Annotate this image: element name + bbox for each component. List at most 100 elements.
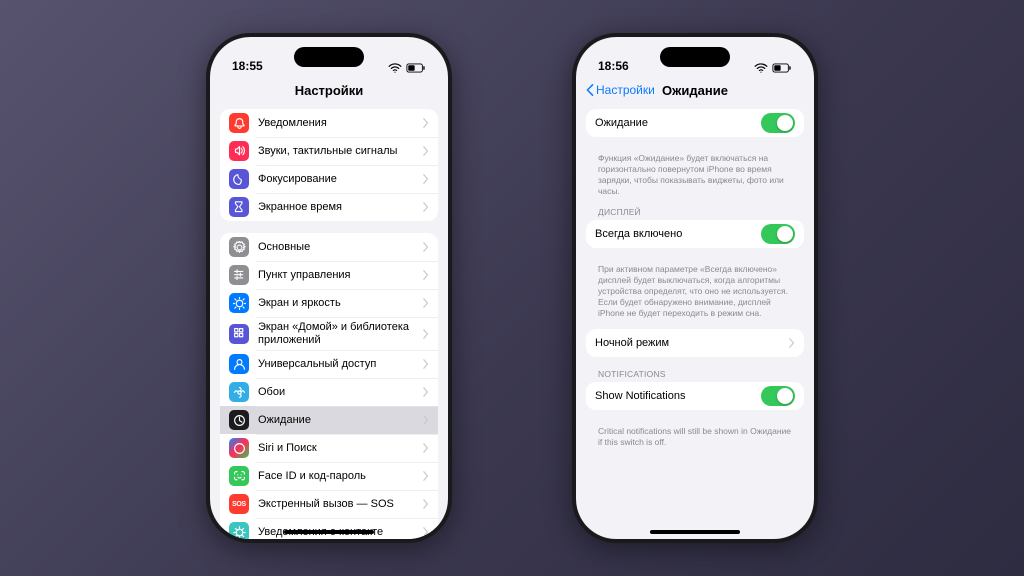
back-button[interactable]: Настройки — [586, 75, 655, 105]
settings-row-label: Пункт управления — [258, 269, 419, 282]
sun-icon — [229, 293, 249, 313]
settings-row-label: Универсальный доступ — [258, 358, 419, 371]
always-on-row[interactable]: Всегда включено — [586, 220, 804, 248]
chevron-right-icon — [423, 387, 429, 397]
standby-main-footer: Функция «Ожидание» будет включаться на г… — [586, 149, 804, 207]
moon-icon — [229, 169, 249, 189]
status-time: 18:55 — [232, 59, 263, 73]
settings-row-label: Экранное время — [258, 201, 419, 214]
grid-icon — [229, 324, 249, 344]
gear-icon — [229, 237, 249, 257]
face-icon — [229, 466, 249, 486]
always-on-label: Всегда включено — [595, 228, 761, 241]
settings-row-general[interactable]: Основные — [220, 233, 438, 261]
settings-row-label: Звуки, тактильные сигналы — [258, 145, 419, 158]
chevron-right-icon — [423, 329, 429, 339]
standby-toggle-row[interactable]: Ожидание — [586, 109, 804, 137]
chevron-right-icon — [423, 471, 429, 481]
settings-row-label: Экран и яркость — [258, 297, 419, 310]
night-mode-row[interactable]: Ночной режим — [586, 329, 804, 357]
chevron-right-icon — [423, 270, 429, 280]
status-time: 18:56 — [598, 59, 629, 73]
settings-row-label: Обои — [258, 386, 419, 399]
settings-row-focus[interactable]: Фокусирование — [220, 165, 438, 193]
settings-row-display[interactable]: Экран и яркость — [220, 289, 438, 317]
always-on-footer: При активном параметре «Всегда включено»… — [586, 260, 804, 329]
show-notifications-label: Show Notifications — [595, 390, 761, 403]
chevron-right-icon — [423, 202, 429, 212]
always-on-toggle[interactable] — [761, 224, 795, 244]
settings-row-label: Face ID и код-пароль — [258, 470, 419, 483]
navbar: Настройки — [210, 75, 448, 105]
standby-scroll[interactable]: Ожидание Функция «Ожидание» будет включа… — [576, 105, 814, 539]
chevron-right-icon — [423, 443, 429, 453]
chevron-right-icon — [423, 527, 429, 537]
chevron-right-icon — [423, 146, 429, 156]
phone-right: 18:56 Настройки Ожидание Ожидание — [572, 33, 818, 543]
settings-row-label: Основные — [258, 241, 419, 254]
person-icon — [229, 354, 249, 374]
settings-row-home-screen[interactable]: Экран «Домой» и библиотека приложений — [220, 317, 438, 350]
show-notifications-row[interactable]: Show Notifications — [586, 382, 804, 410]
sos-icon: SOS — [229, 494, 249, 514]
sliders-icon — [229, 265, 249, 285]
home-indicator[interactable] — [650, 530, 740, 534]
battery-icon — [772, 63, 792, 73]
settings-scroll[interactable]: Уведомления Звуки, тактильные сигналы Фоку… — [210, 105, 448, 539]
dynamic-island — [294, 47, 364, 67]
chevron-right-icon — [423, 174, 429, 184]
notifications-group: Show Notifications — [586, 382, 804, 410]
notifications-footer: Critical notifications will still be sho… — [586, 422, 804, 458]
wifi-icon — [388, 63, 402, 73]
settings-row-wallpaper[interactable]: Обои — [220, 378, 438, 406]
settings-row-label: Уведомления — [258, 117, 419, 130]
settings-group-2: Основные Пункт управления Экран и яркость Э… — [220, 233, 438, 539]
settings-row-label: Экстренный вызов — SOS — [258, 498, 419, 511]
settings-row-faceid[interactable]: Face ID и код-пароль — [220, 462, 438, 490]
show-notifications-toggle[interactable] — [761, 386, 795, 406]
settings-group-1: Уведомления Звуки, тактильные сигналы Фоку… — [220, 109, 438, 221]
settings-row-siri[interactable]: Siri и Поиск — [220, 434, 438, 462]
virus-icon — [229, 522, 249, 539]
battery-icon — [406, 63, 426, 73]
flower-icon — [229, 382, 249, 402]
chevron-right-icon — [423, 359, 429, 369]
phone-left: 18:55 Настройки Уведомления Звуки, тактил… — [206, 33, 452, 543]
settings-row-exposure[interactable]: Уведомления о контакте — [220, 518, 438, 539]
settings-row-screentime[interactable]: Экранное время — [220, 193, 438, 221]
settings-row-label: Ожидание — [258, 414, 419, 427]
dynamic-island — [660, 47, 730, 67]
settings-row-notifications[interactable]: Уведомления — [220, 109, 438, 137]
chevron-right-icon — [423, 242, 429, 252]
chevron-right-icon — [789, 338, 795, 348]
hourglass-icon — [229, 197, 249, 217]
night-mode-label: Ночной режим — [595, 337, 785, 350]
page-title: Ожидание — [662, 83, 728, 98]
standby-main-group: Ожидание — [586, 109, 804, 137]
navbar: Настройки Ожидание — [576, 75, 814, 105]
settings-row-accessibility[interactable]: Универсальный доступ — [220, 350, 438, 378]
bell-icon — [229, 113, 249, 133]
settings-row-control-center[interactable]: Пункт управления — [220, 261, 438, 289]
settings-row-standby[interactable]: Ожидание — [220, 406, 438, 434]
settings-row-label: Siri и Поиск — [258, 442, 419, 455]
chevron-right-icon — [423, 415, 429, 425]
clock-icon — [229, 410, 249, 430]
settings-row-sos[interactable]: SOS Экстренный вызов — SOS — [220, 490, 438, 518]
display-section-header: ДИСПЛЕЙ — [586, 207, 804, 220]
wifi-icon — [754, 63, 768, 73]
settings-row-sounds[interactable]: Звуки, тактильные сигналы — [220, 137, 438, 165]
home-indicator[interactable] — [284, 530, 374, 534]
chevron-right-icon — [423, 298, 429, 308]
page-title: Настройки — [295, 83, 364, 98]
notifications-section-header: NOTIFICATIONS — [586, 369, 804, 382]
chevron-right-icon — [423, 499, 429, 509]
siri-icon — [229, 438, 249, 458]
standby-toggle[interactable] — [761, 113, 795, 133]
back-label: Настройки — [596, 83, 655, 97]
speaker-icon — [229, 141, 249, 161]
chevron-right-icon — [423, 118, 429, 128]
night-mode-group: Ночной режим — [586, 329, 804, 357]
settings-row-label: Экран «Домой» и библиотека приложений — [258, 321, 419, 346]
display-group: Всегда включено — [586, 220, 804, 248]
